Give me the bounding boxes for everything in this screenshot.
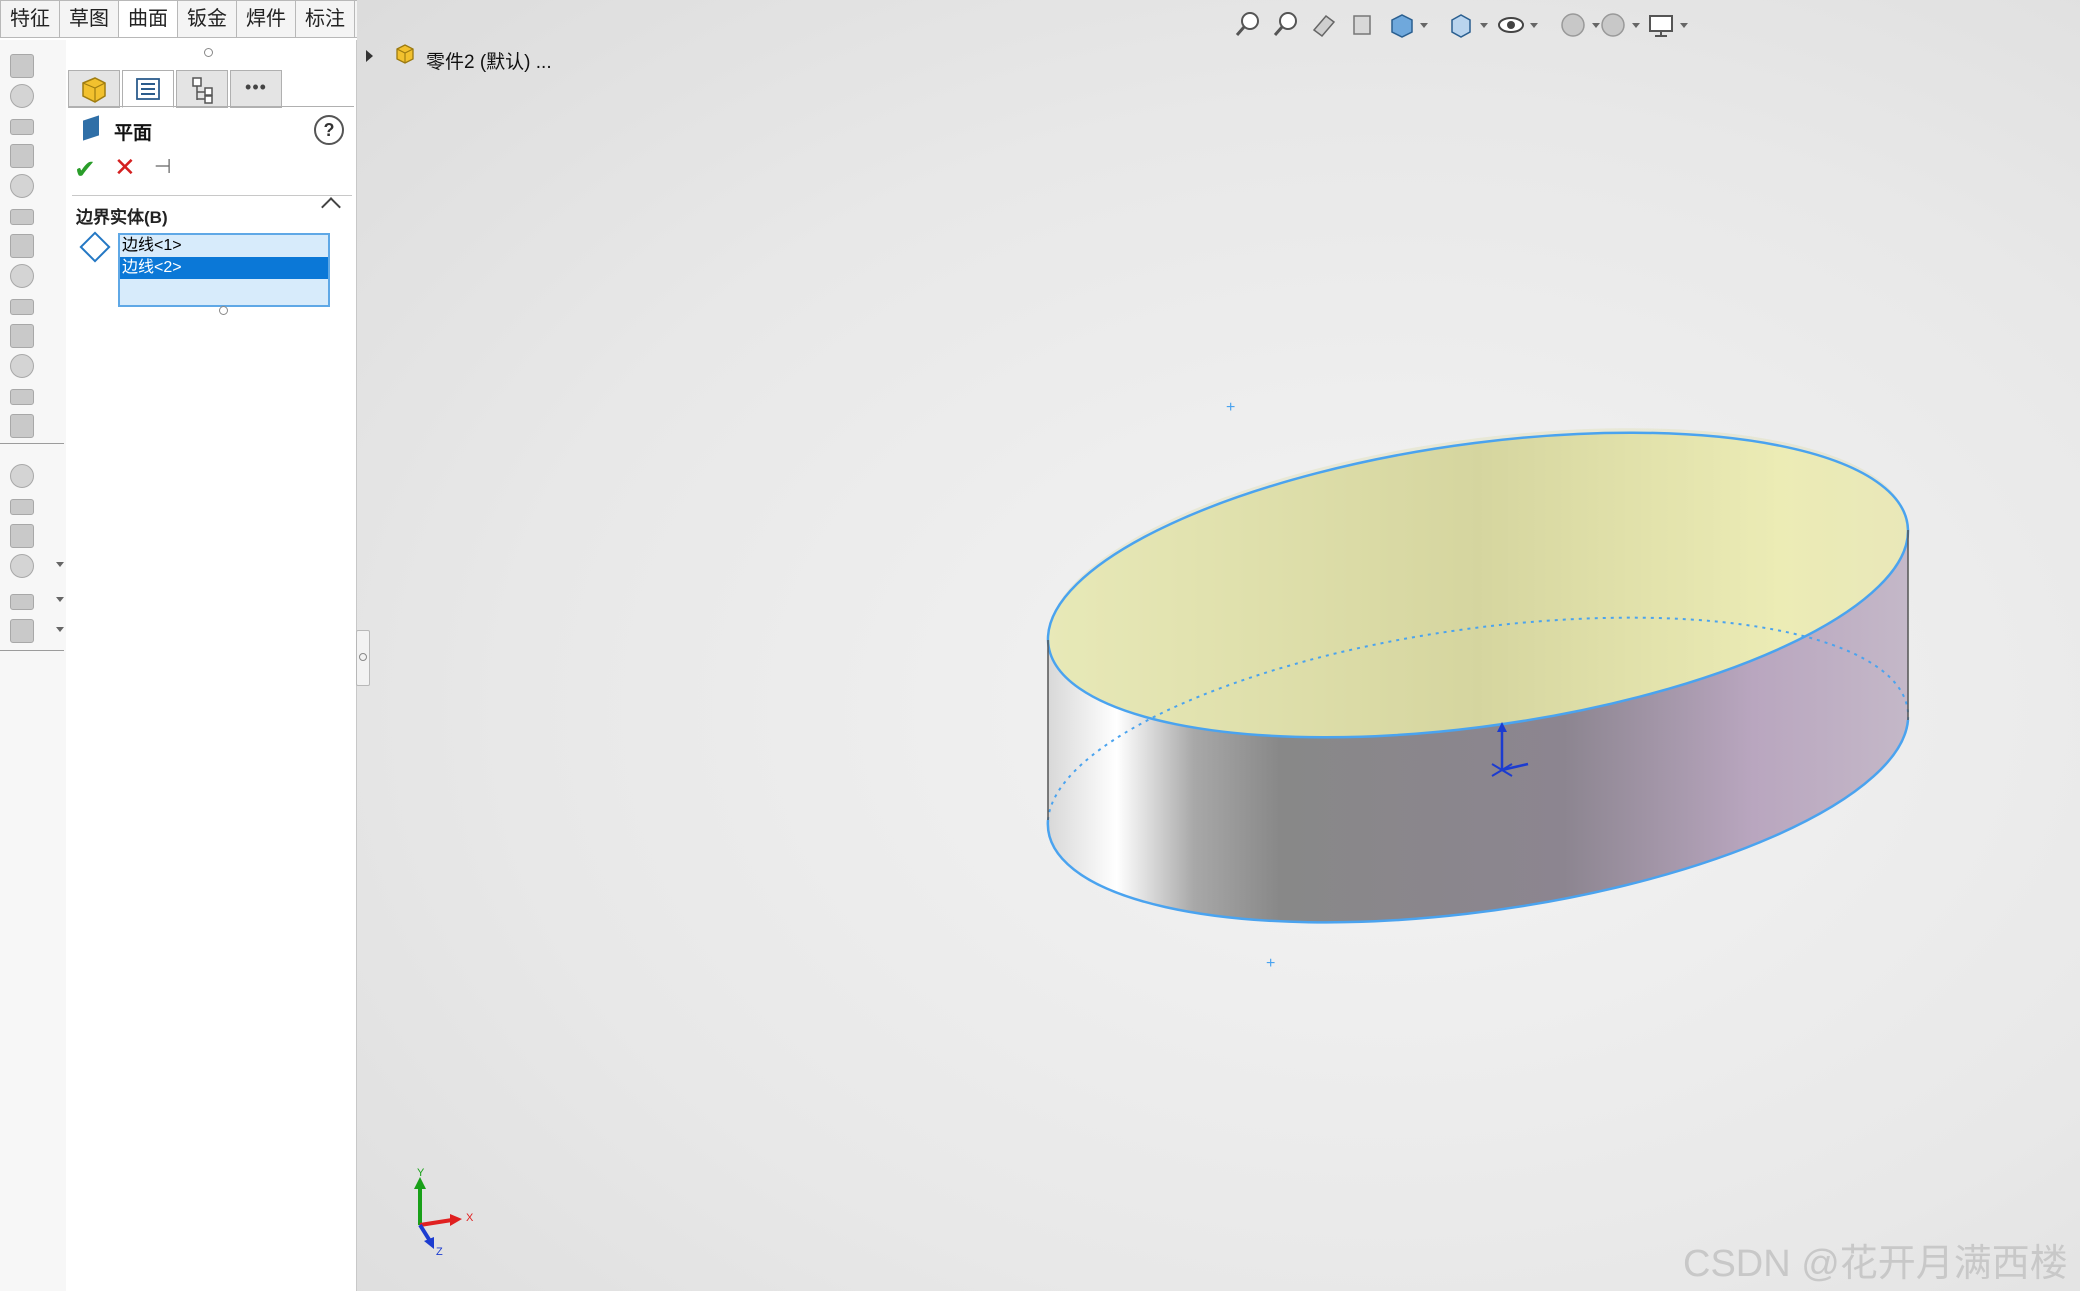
section-view-icon[interactable] <box>1346 8 1380 42</box>
delete-face-icon[interactable] <box>6 350 38 382</box>
extend-surface-icon[interactable] <box>6 410 38 442</box>
bounding-entities-selection-icon <box>79 231 111 263</box>
chevron-down-icon[interactable] <box>1420 23 1428 28</box>
expand-tree-arrow-icon[interactable] <box>366 50 373 62</box>
help-icon[interactable]: ? <box>314 115 344 145</box>
feature-manager-tab[interactable] <box>68 70 120 108</box>
section-title-bounding-entities: 边界实体(B) <box>76 208 168 227</box>
panel-top-grip[interactable] <box>204 48 213 57</box>
configuration-manager-tab[interactable] <box>176 70 228 108</box>
planar-surface-icon <box>83 115 99 141</box>
trim-surface-icon[interactable] <box>6 460 38 492</box>
tab-5[interactable]: 标注 <box>296 0 355 38</box>
edit-appearance-icon[interactable] <box>1556 8 1590 42</box>
zoom-to-area-icon[interactable] <box>1270 8 1304 42</box>
previous-view-icon[interactable] <box>1308 8 1342 42</box>
tab-0[interactable]: 特征 <box>0 0 60 38</box>
list-item[interactable]: 边线<1> <box>120 235 328 257</box>
triad-x-axis <box>419 1218 453 1227</box>
tab-4[interactable]: 焊件 <box>237 0 296 38</box>
swept-surface-icon[interactable] <box>6 110 38 142</box>
collapse-section-icon[interactable] <box>321 197 341 217</box>
surface-flatten-icon[interactable] <box>6 320 38 352</box>
ruled-surface-icon[interactable] <box>6 290 38 322</box>
display-style-icon[interactable] <box>1444 8 1478 42</box>
property-manager-tab[interactable] <box>122 70 174 108</box>
list-resize-grip[interactable] <box>219 306 228 315</box>
revolved-surface-icon[interactable] <box>6 80 38 112</box>
tab-2[interactable]: 曲面 <box>119 0 178 38</box>
tab-3[interactable]: 钣金 <box>178 0 237 38</box>
chevron-down-icon[interactable] <box>56 627 64 632</box>
property-manager-icon <box>136 78 160 100</box>
reference-geometry-icon[interactable] <box>6 585 64 617</box>
heads-up-view-toolbar <box>1232 8 1688 42</box>
extruded-surface-icon[interactable] <box>6 50 38 82</box>
zoom-to-fit-icon[interactable] <box>1232 8 1266 42</box>
pin-button[interactable]: ⊣ <box>154 154 171 179</box>
view-orientation-icon[interactable] <box>1384 8 1418 42</box>
untrim-surface-icon[interactable] <box>6 490 38 522</box>
svg-text:+: + <box>1266 955 1275 972</box>
more-managers-tab[interactable]: ••• <box>230 70 282 108</box>
triad-x-label: X <box>466 1212 474 1224</box>
lofted-surface-icon[interactable] <box>6 140 38 172</box>
chevron-down-icon[interactable] <box>1632 23 1640 28</box>
reference-triad: Y X Z <box>414 1167 474 1255</box>
panel-splitter[interactable] <box>356 630 370 686</box>
configuration-manager-icon <box>192 77 213 104</box>
triad-y-label: Y <box>417 1167 425 1179</box>
list-item[interactable]: 边线<2> <box>120 257 328 279</box>
more-icon: ••• <box>245 77 267 97</box>
page-title: 平面 <box>114 123 153 144</box>
flyout-tree-part-name[interactable]: 零件2 (默认) ... <box>426 47 552 74</box>
triad-z-axis <box>418 1223 432 1243</box>
chevron-down-icon[interactable] <box>1480 23 1488 28</box>
planar-surface-icon[interactable] <box>6 230 38 262</box>
offset-surface-icon[interactable] <box>6 260 38 292</box>
chevron-down-icon[interactable] <box>56 562 64 567</box>
property-manager-panel: ••• 平面 ? ✔ ✕ ⊣ 边界实体(B) 边线<1> 边线<2> <box>66 40 357 1291</box>
part-icon <box>396 44 414 64</box>
ok-button[interactable]: ✔ <box>74 154 96 185</box>
svg-text:+: + <box>1226 399 1235 416</box>
bounding-entities-list[interactable]: 边线<1> 边线<2> <box>118 233 330 307</box>
thicken-icon[interactable] <box>6 550 64 582</box>
watermark: CSDN @花开月满西楼 <box>1683 1243 2068 1285</box>
chevron-down-icon[interactable] <box>56 597 64 602</box>
chevron-down-icon[interactable] <box>1680 23 1688 28</box>
tab-1[interactable]: 草图 <box>60 0 119 38</box>
boundary-surface-icon[interactable] <box>6 170 38 202</box>
view-settings-icon[interactable] <box>1644 8 1678 42</box>
knit-surface-icon[interactable] <box>6 520 38 552</box>
replace-face-icon[interactable] <box>6 380 38 412</box>
cancel-button[interactable]: ✕ <box>114 152 136 183</box>
surface-command-strip <box>0 40 66 1291</box>
manager-tabs: ••• <box>68 70 284 108</box>
chevron-down-icon[interactable] <box>1530 23 1538 28</box>
filled-surface-icon[interactable] <box>6 200 38 232</box>
triad-z-label: Z <box>436 1246 443 1255</box>
curves-icon[interactable] <box>6 615 64 647</box>
apply-scene-icon[interactable] <box>1596 8 1630 42</box>
hide-show-items-icon[interactable] <box>1494 8 1528 42</box>
surface-model[interactable]: + + <box>1030 330 1930 990</box>
feature-manager-icon <box>82 77 106 103</box>
